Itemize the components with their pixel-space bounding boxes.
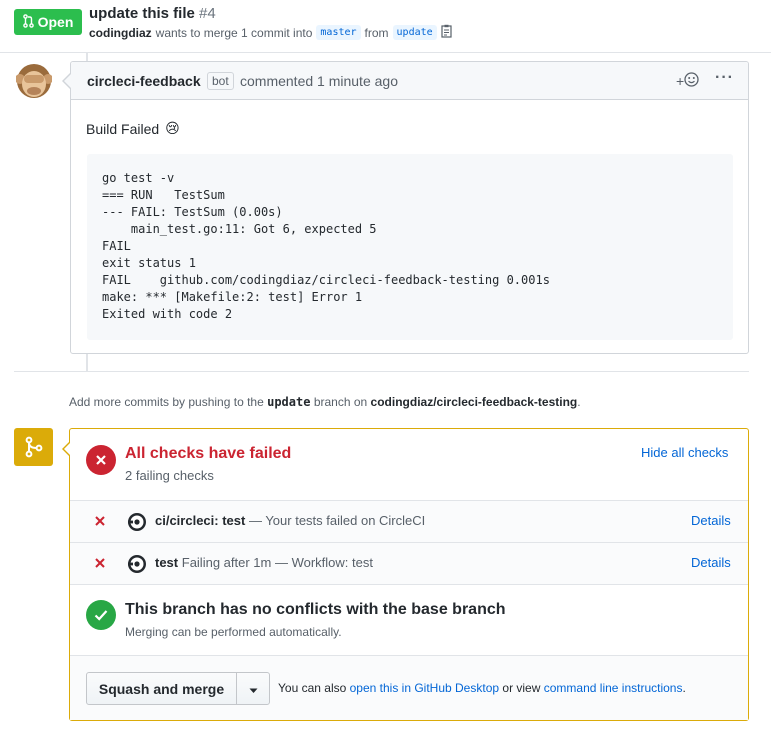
x-icon <box>94 514 106 530</box>
pr-author-link[interactable]: codingdiaz <box>89 26 152 40</box>
bot-badge: bot <box>207 72 234 90</box>
head-branch-label[interactable]: update <box>392 25 437 40</box>
comment-card: circleci-feedback bot commented 1 minute… <box>62 61 749 354</box>
kebab-menu-icon[interactable]: ··· <box>715 69 734 87</box>
code-line: FAIL github.com/codingdiaz/circleci-feed… <box>102 273 550 287</box>
push-hint-branch: update <box>267 395 311 409</box>
push-hint-repo: codingdiaz/circleci-feedback-testing <box>370 395 578 409</box>
git-merge-icon <box>14 428 53 466</box>
x-icon <box>94 556 106 572</box>
merge-help-text: You can also open this in GitHub Desktop… <box>278 681 686 695</box>
code-line: Exited with code 2 <box>102 307 233 321</box>
timeline-divider <box>14 371 749 372</box>
circleci-icon <box>127 512 147 532</box>
check-details-link[interactable]: Details <box>691 513 731 528</box>
code-line: === RUN TestSum <box>102 188 225 202</box>
avatar[interactable] <box>15 61 53 101</box>
caret-down-icon <box>249 681 258 697</box>
check-row: ci/circleci: test — Your tests failed on… <box>70 501 748 542</box>
pr-number: #4 <box>199 5 216 22</box>
copy-branch-icon[interactable] <box>441 24 453 41</box>
pr-title-text: update this file <box>89 5 195 22</box>
code-line: main_test.go:11: Got 6, expected 5 <box>102 222 377 236</box>
check-description: Failing after 1m — Workflow: test <box>181 555 373 570</box>
check-label: ci/circleci: test — Your tests failed on… <box>155 513 425 528</box>
check-label: test Failing after 1m — Workflow: test <box>155 555 373 570</box>
push-hint-prefix: Add more commits by pushing to the <box>69 395 264 409</box>
code-line: --- FAIL: TestSum (0.00s) <box>102 205 283 219</box>
pr-state-label: Open <box>37 14 74 30</box>
merge-or-text: or view <box>502 681 541 695</box>
base-branch-label[interactable]: master <box>316 25 361 40</box>
code-line: exit status 1 <box>102 256 196 270</box>
checks-status-title: All checks have failed <box>125 445 292 462</box>
pr-merge-text: wants to merge 1 commit into <box>155 25 313 40</box>
comment-body: Build Failed 😢 <box>86 120 180 137</box>
check-description: — Your tests failed on CircleCI <box>248 513 426 528</box>
pr-meta: codingdiaz wants to merge 1 commit into … <box>89 24 453 41</box>
merge-box: All checks have failed 2 failing checks … <box>62 428 749 721</box>
hide-checks-link[interactable]: Hide all checks <box>641 445 728 460</box>
checks-failed-icon <box>86 445 116 475</box>
pr-from-text: from <box>364 25 389 40</box>
comment-timestamp[interactable]: commented 1 minute ago <box>240 73 398 89</box>
code-block: go test -v === RUN TestSum --- FAIL: TestS… <box>87 154 733 340</box>
push-hint: Add more commits by pushing to the updat… <box>69 395 581 409</box>
check-row: test Failing after 1m — Workflow: test D… <box>70 543 748 584</box>
circleci-icon <box>127 554 147 574</box>
conflicts-subtitle: Merging can be performed automatically. <box>125 625 342 639</box>
conflicts-title: This branch has no conflicts with the ba… <box>125 601 506 618</box>
merge-button-group: Squash and merge <box>86 672 270 705</box>
pr-title: update this file #4 <box>89 5 216 22</box>
comment-body-text: Build Failed <box>86 120 160 137</box>
comment-header: circleci-feedback bot commented 1 minute… <box>71 62 748 100</box>
pr-state-badge: Open <box>14 9 82 35</box>
push-hint-middle: branch on <box>313 395 368 409</box>
check-name: ci/circleci: test <box>155 513 246 528</box>
plus-icon: + <box>676 73 685 89</box>
checks-status-subtitle: 2 failing checks <box>125 468 214 483</box>
code-line: make: *** [Makefile:2: test] Error 1 <box>102 290 363 304</box>
merge-end-text: . <box>682 681 686 695</box>
cli-instructions-link[interactable]: command line instructions <box>544 681 683 695</box>
header-divider <box>0 52 771 53</box>
no-conflicts-icon <box>86 600 116 630</box>
squash-merge-button[interactable]: Squash and merge <box>87 673 237 704</box>
code-line: FAIL <box>102 239 131 253</box>
code-line: go test -v <box>102 171 175 185</box>
smiley-icon <box>684 72 699 90</box>
row-divider <box>70 584 748 585</box>
crying-face-emoji: 😢 <box>165 120 180 136</box>
check-name: test <box>155 555 179 570</box>
merge-caret-fill <box>64 442 71 456</box>
comment-author[interactable]: circleci-feedback <box>87 73 201 89</box>
pull-request-icon <box>22 13 34 31</box>
open-desktop-link[interactable]: open this in GitHub Desktop <box>350 681 499 695</box>
merge-also-text: You can also <box>278 681 347 695</box>
merge-footer: Squash and merge You can also open this … <box>70 655 748 720</box>
push-hint-suffix: . <box>577 395 581 409</box>
comment-caret-fill <box>64 73 72 89</box>
add-reaction-button[interactable]: + <box>676 72 699 90</box>
check-details-link[interactable]: Details <box>691 555 731 570</box>
merge-method-dropdown[interactable] <box>237 673 269 704</box>
